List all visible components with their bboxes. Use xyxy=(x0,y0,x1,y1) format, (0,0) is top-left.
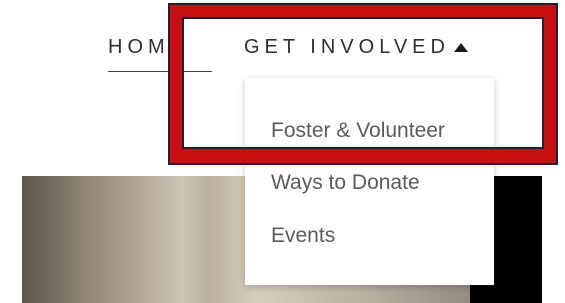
dropdown-item-events[interactable]: Events xyxy=(271,224,335,248)
get-involved-dropdown-menu: Foster & Volunteer Ways to Donate Events xyxy=(245,78,494,285)
dropdown-item-foster-volunteer[interactable]: Foster & Volunteer xyxy=(271,119,445,143)
dropdown-item-ways-to-donate[interactable]: Ways to Donate xyxy=(271,171,420,195)
caret-up-icon xyxy=(453,43,468,52)
nav-item-home[interactable]: HOM xyxy=(108,36,170,59)
nav-item-get-involved[interactable]: GET INVOLVED xyxy=(244,36,468,59)
nav-active-underline xyxy=(108,71,212,72)
nav-item-get-involved-label: GET INVOLVED xyxy=(244,36,450,58)
